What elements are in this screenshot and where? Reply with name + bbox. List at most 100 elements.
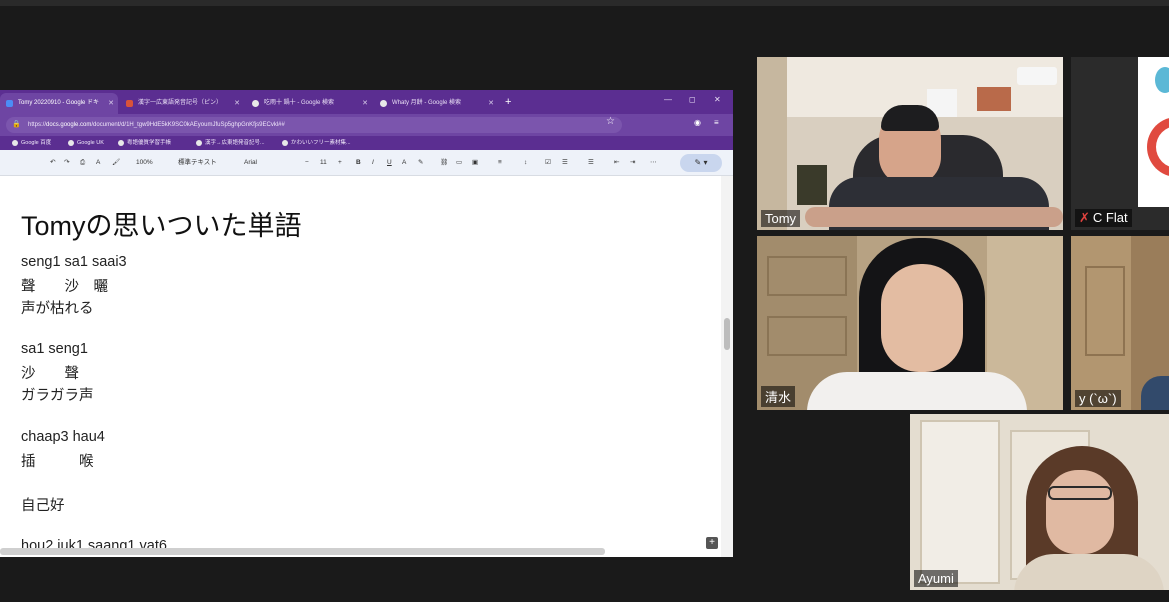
redo-icon[interactable]: ↷ (64, 157, 69, 169)
outdent-icon[interactable]: ⇥ (630, 157, 635, 169)
url-path: /document/d/1H_tgw9HdE5kK9SC0kAEyoumJfuS… (91, 122, 285, 128)
image-icon[interactable]: ▣ (472, 157, 478, 169)
document-line: 插 喉 (21, 454, 94, 470)
close-icon[interactable]: ✕ (234, 93, 240, 114)
bookmark-item[interactable]: 漢字→広東語発音記号... (196, 136, 265, 150)
glasses (1048, 486, 1112, 500)
participant-hair (881, 105, 939, 131)
vertical-scrollbar[interactable] (721, 176, 733, 557)
underline-icon[interactable]: U (387, 157, 392, 169)
door-panel (1085, 266, 1125, 356)
bookmark-star-icon[interactable]: ☆ (606, 116, 615, 127)
close-window-button[interactable]: ✕ (714, 95, 721, 104)
document-line: seng1 sa1 saai3 (21, 254, 127, 270)
participant-name-label: y (`ω`) (1075, 390, 1121, 407)
editing-mode-button[interactable]: ✎ ▾ (680, 154, 722, 172)
menu-icon[interactable]: ≡ (714, 118, 719, 127)
spellcheck-icon[interactable]: A (96, 157, 100, 169)
bookmark-item[interactable]: かわいいフリー素材集... (282, 136, 351, 150)
style-select[interactable]: 標準テキスト (178, 157, 217, 169)
numbered-list-icon[interactable]: ☰ (588, 157, 594, 169)
google-icon (252, 100, 259, 107)
document-line: 聲 沙 曬 (21, 279, 108, 295)
shared-screen: Tomy 20220910 - Google ドキ ✕ 漢字一広東語発音記号（ピ… (0, 90, 733, 557)
browser-tab-strip: Tomy 20220910 - Google ドキ ✕ 漢字一広東語発音記号（ピ… (0, 90, 733, 114)
minus-icon[interactable]: − (305, 157, 309, 169)
air-conditioner (1017, 67, 1057, 85)
participant-name-label: Tomy (761, 210, 801, 227)
participant-arms (805, 207, 1063, 227)
participant-body (1014, 554, 1164, 590)
scrollbar-thumb[interactable] (724, 318, 730, 350)
align-icon[interactable]: ≡ (498, 157, 502, 169)
plus-icon[interactable]: + (338, 157, 342, 169)
document-line: chaap3 hau4 (21, 429, 105, 445)
undo-icon[interactable]: ↶ (50, 157, 55, 169)
font-select[interactable]: Arial (244, 157, 257, 169)
mic-muted-icon: ✗ (1079, 210, 1090, 225)
logo-circle (1155, 67, 1169, 93)
url-host: docs.google.com (46, 122, 92, 128)
tab-label: Whaty 月餅 - Google 検索 (392, 100, 462, 106)
browser-tab-search2[interactable]: Whaty 月餅 - Google 検索 ✕ (374, 93, 498, 114)
text-color-icon[interactable]: A (402, 157, 406, 169)
italic-icon[interactable]: I (372, 157, 374, 169)
url-scheme: https:// (28, 122, 47, 128)
tab-label: Tomy 20220910 - Google ドキ (18, 100, 100, 106)
browser-tab-doc[interactable]: Tomy 20220910 - Google ドキ ✕ (0, 93, 118, 114)
close-icon[interactable]: ✕ (108, 93, 114, 114)
participant-face (881, 264, 963, 372)
video-tile-tomy[interactable]: Tomy (757, 57, 1063, 230)
shelf-item (797, 165, 827, 205)
horizontal-scrollbar[interactable] (0, 548, 605, 555)
line-spacing-icon[interactable]: ↕ (524, 157, 527, 169)
new-tab-button[interactable]: + (505, 94, 511, 110)
print-icon[interactable]: ⎙ (80, 157, 85, 169)
bookmark-item[interactable]: 粤語優質学習手帳 (118, 136, 171, 150)
address-bar[interactable]: 🔒 https://docs.google.com/document/d/1H_… (6, 117, 622, 133)
docs-icon (6, 100, 13, 107)
video-tile-c-flat[interactable]: ✗ C Flat (1071, 57, 1169, 230)
closet-door (920, 420, 1000, 584)
participant-name-label: ✗ C Flat (1075, 209, 1132, 227)
document-line: 自己好 (21, 498, 65, 514)
docs-toolbar: ↶ ↷ ⎙ A 🖌 100% 標準テキスト Arial − 11 + B I U… (0, 150, 733, 176)
extension-icon[interactable]: ◉ (694, 118, 701, 127)
document-line: sa1 seng1 (21, 341, 88, 357)
bookmark-item[interactable]: Google UK (68, 136, 104, 150)
highlight-icon[interactable]: ✎ (418, 157, 423, 169)
tab-label: 漢字一広東語発音記号（ピン） (138, 100, 223, 106)
comment-icon[interactable]: ▭ (456, 157, 462, 169)
explore-plus-icon[interactable]: + (706, 537, 718, 549)
link-icon[interactable]: ⛓ (440, 157, 448, 169)
indent-icon[interactable]: ⇤ (614, 157, 619, 169)
participant-body (1141, 376, 1169, 410)
zoom-select[interactable]: 100% (136, 157, 153, 169)
participant-name-label: 清水 (761, 386, 796, 407)
video-tile-shimizu[interactable]: 清水 (757, 236, 1063, 410)
browser-tab-kanji[interactable]: 漢字一広東語発音記号（ピン） ✕ (120, 93, 244, 114)
bookmark-item[interactable]: Google 百度 (12, 136, 51, 150)
participant-name-label: Ayumi (914, 570, 958, 587)
video-tile-y[interactable]: y (`ω`) (1071, 236, 1169, 410)
more-icon[interactable]: ⋯ (650, 157, 657, 169)
document-page[interactable]: Tomyの思いついた単語 seng1 sa1 saai3 聲 沙 曬 声が枯れる… (0, 176, 721, 557)
bold-icon[interactable]: B (356, 157, 361, 169)
font-size-input[interactable]: 11 (320, 157, 327, 169)
video-tile-ayumi[interactable]: Ayumi (910, 414, 1169, 590)
checklist-icon[interactable]: ☑ (545, 157, 551, 169)
document-line: 沙 聲 (21, 366, 79, 382)
bullet-list-icon[interactable]: ☰ (562, 157, 568, 169)
participant-face (1046, 470, 1114, 554)
close-icon[interactable]: ✕ (362, 93, 368, 114)
minimize-button[interactable]: — (664, 95, 672, 104)
close-icon[interactable]: ✕ (488, 93, 494, 114)
maximize-button[interactable]: ◻ (689, 95, 696, 104)
participant-body (807, 372, 1027, 410)
browser-tab-search1[interactable]: 吃雨十 鍋十 - Google 検索 ✕ (246, 93, 372, 114)
google-icon (380, 100, 387, 107)
site-icon (126, 100, 133, 107)
paint-format-icon[interactable]: 🖌 (112, 157, 120, 169)
wardrobe-panel (767, 316, 847, 356)
door-frame (757, 57, 787, 230)
